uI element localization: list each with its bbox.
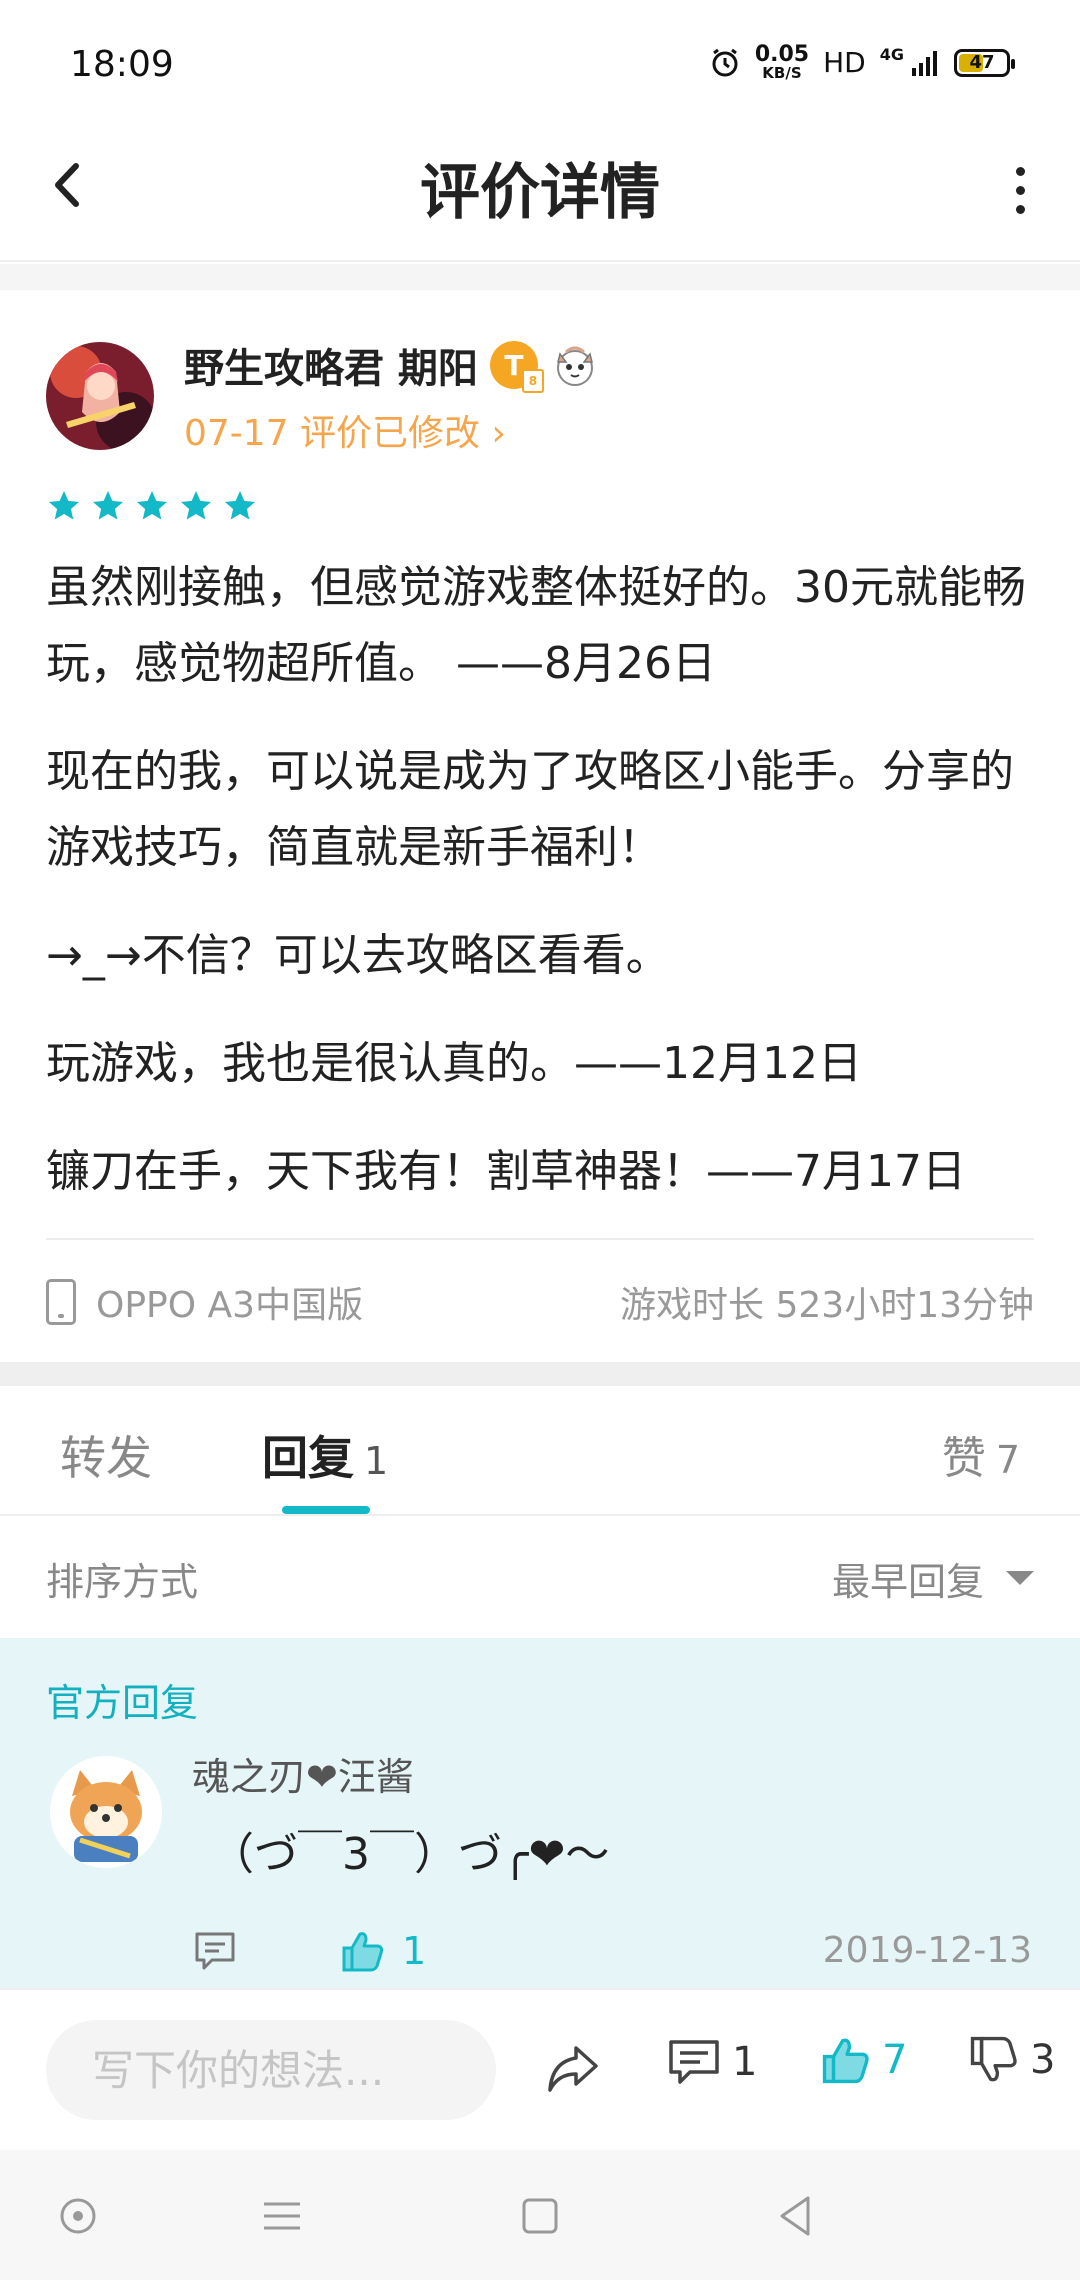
share-icon[interactable] bbox=[542, 2038, 602, 2098]
device-info: OPPO A3中国版 bbox=[46, 1276, 363, 1328]
edit-note: 07-17 评价已修改 bbox=[184, 413, 481, 454]
bottom-action-bar: 1 7 3 bbox=[0, 1988, 1080, 2150]
thumbs-up-icon bbox=[822, 2038, 869, 2084]
author-name-row: 野生攻略君 期阳 T bbox=[184, 336, 600, 394]
reply-like-button[interactable]: 1 bbox=[340, 1928, 426, 1974]
reply-actions: 1 2019-12-13 bbox=[192, 1928, 1032, 1988]
reply-like-count: 1 bbox=[402, 1929, 427, 1973]
tab-forward[interactable]: 转发 bbox=[60, 1422, 152, 1488]
system-nav-bar bbox=[0, 2150, 1080, 2280]
star-icon bbox=[49, 491, 79, 520]
comment-button[interactable]: 1 bbox=[666, 2034, 757, 2090]
sort-bar: 排序方式 最早回复 bbox=[0, 1518, 1080, 1638]
comment-icon bbox=[669, 2040, 719, 2084]
playtime: 游戏时长 523小时13分钟 bbox=[620, 1285, 1034, 1326]
star-icon bbox=[181, 491, 211, 520]
tab-like-count: 7 bbox=[995, 1438, 1020, 1482]
device-name: OPPO A3中国版 bbox=[96, 1285, 364, 1326]
dislike-button[interactable]: 3 bbox=[968, 2034, 1055, 2086]
star-icon bbox=[93, 491, 123, 520]
review-detail-screen: 18:09 0.05 KB/S HD 4G 47 评价详情 野生攻略君 期阳 T… bbox=[0, 0, 1080, 2280]
tab-like-label: 赞 bbox=[941, 1433, 986, 1484]
active-tab-indicator bbox=[282, 1506, 370, 1514]
review-paragraph: 镰刀在手，天下我有！割草神器！——7月17日 bbox=[46, 1146, 966, 1197]
sort-label: 排序方式 bbox=[46, 1559, 199, 1604]
reply-text: （づ￣3￣）づ╭❤～ bbox=[210, 1829, 610, 1880]
network-speed: 0.05 KB/S bbox=[755, 44, 809, 81]
home-icon[interactable] bbox=[514, 2190, 566, 2242]
more-options-icon[interactable] bbox=[1000, 160, 1040, 220]
like-button[interactable]: 7 bbox=[820, 2034, 907, 2086]
star-icon bbox=[137, 491, 167, 520]
back-icon[interactable] bbox=[770, 2190, 822, 2242]
status-bar: 18:09 0.05 KB/S HD 4G 47 bbox=[0, 0, 1080, 120]
sort-dropdown[interactable]: 最早回复 bbox=[832, 1551, 1034, 1606]
reply-author-name[interactable]: 魂之刃❤汪酱 bbox=[192, 1746, 414, 1801]
edit-chevron-icon: › bbox=[491, 413, 506, 454]
network-type: 4G bbox=[879, 45, 904, 64]
network-speed-unit: KB/S bbox=[762, 64, 802, 82]
review-text: 虽然刚接触，但感觉游戏整体挺好的。30元就能畅玩，感觉物超所值。 ——8月26日… bbox=[46, 550, 1036, 1242]
edit-history-link[interactable]: 07-17 评价已修改 › bbox=[184, 404, 600, 456]
like-count: 7 bbox=[882, 2037, 908, 2083]
tab-like[interactable]: 赞7 bbox=[942, 1422, 1020, 1486]
author-info: 野生攻略君 期阳 T 07-17 评价已修改 › bbox=[184, 336, 600, 456]
dropdown-caret-icon bbox=[1006, 1571, 1034, 1585]
section-divider bbox=[0, 1362, 1080, 1386]
sort-selected: 最早回复 bbox=[831, 1559, 984, 1604]
thumbs-up-icon bbox=[342, 1932, 384, 1972]
section-divider bbox=[0, 264, 1080, 290]
menu-icon[interactable] bbox=[256, 2190, 308, 2242]
reply-comment-icon[interactable] bbox=[192, 1928, 238, 1974]
thumbs-down-icon bbox=[970, 2036, 1017, 2082]
divider bbox=[46, 1238, 1034, 1240]
hd-indicator: HD bbox=[823, 46, 866, 79]
review-paragraph: →_→不信？可以去攻略区看看。 bbox=[46, 930, 670, 981]
status-icons: 0.05 KB/S HD 4G 47 bbox=[709, 44, 1015, 81]
review-paragraph: 虽然刚接触，但感觉游戏整体挺好的。30元就能畅玩，感觉物超所值。 ——8月26日 bbox=[46, 562, 1026, 689]
official-reply: 官方回复 魂之刃❤汪酱 （づ￣3￣）づ╭❤～ 1 2019-12-13 bbox=[0, 1638, 1080, 1988]
tab-reply[interactable]: 回复 1 bbox=[262, 1422, 388, 1488]
reply-date: 2019-12-13 bbox=[822, 1930, 1032, 1971]
rating-stars bbox=[46, 488, 258, 524]
tab-reply-label: 回复 bbox=[262, 1431, 354, 1485]
network-speed-value: 0.05 bbox=[754, 42, 810, 67]
alarm-icon bbox=[712, 48, 738, 76]
status-time: 18:09 bbox=[70, 44, 174, 85]
author-name[interactable]: 野生攻略君 期阳 bbox=[184, 336, 478, 394]
tab-forward-label: 转发 bbox=[60, 1431, 152, 1485]
review-author: 野生攻略君 期阳 T 07-17 评价已修改 › bbox=[46, 336, 600, 456]
comment-input[interactable] bbox=[46, 2020, 496, 2120]
author-avatar[interactable] bbox=[46, 342, 154, 450]
review-paragraph: 现在的我，可以说是成为了攻略区小能手。分享的游戏技巧，简直就是新手福利！ bbox=[46, 746, 1014, 873]
reply-tabs: 转发 回复 1 赞7 bbox=[0, 1386, 1080, 1516]
app-header: 评价详情 bbox=[0, 120, 1080, 262]
signal-icon bbox=[912, 50, 937, 76]
review-paragraph: 玩游戏，我也是很认真的。——12月12日 bbox=[46, 1038, 862, 1089]
phone-icon bbox=[46, 1279, 76, 1325]
assistant-icon[interactable] bbox=[52, 2190, 104, 2242]
dislike-count: 3 bbox=[1030, 2037, 1056, 2083]
pet-badge-icon bbox=[556, 346, 593, 386]
comment-count: 1 bbox=[732, 2039, 758, 2085]
reply-avatar[interactable] bbox=[50, 1756, 162, 1868]
page-title: 评价详情 bbox=[420, 158, 660, 228]
official-reply-label: 官方回复 bbox=[46, 1681, 199, 1725]
tab-reply-count: 1 bbox=[364, 1439, 389, 1483]
star-icon bbox=[225, 491, 255, 520]
battery-icon: 47 bbox=[954, 48, 1015, 77]
level-badge-icon: T bbox=[489, 341, 544, 393]
battery-level: 47 bbox=[969, 52, 995, 73]
review-meta: OPPO A3中国版 游戏时长 523小时13分钟 bbox=[46, 1270, 1034, 1334]
